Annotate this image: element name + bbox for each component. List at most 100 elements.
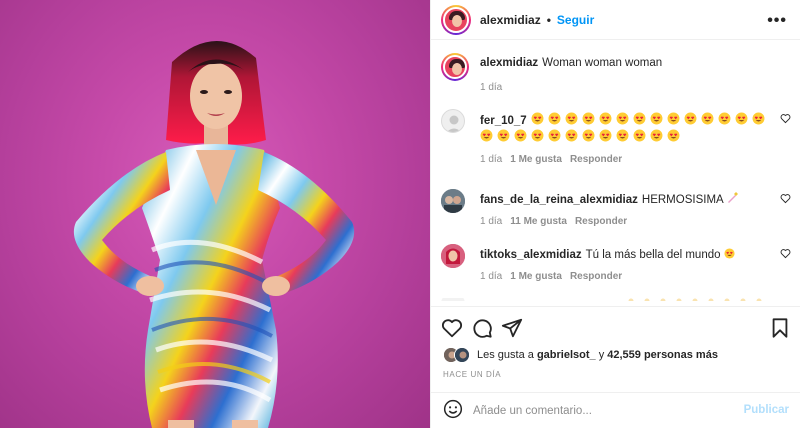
heart-eyes-icon [548,112,561,125]
commenter-avatar[interactable] [441,244,465,268]
heart-eyes-icon [667,129,680,142]
heart-eyes-icon [582,112,595,125]
heart-eyes-emoji [548,112,561,125]
heart-eyes-emoji [701,112,714,125]
like-heart-icon[interactable] [441,317,463,339]
avatar-photo [441,244,465,268]
share-icon[interactable] [501,317,523,339]
comment-time: 1 día [480,154,503,165]
comment-composer: Publicar [431,392,800,428]
comment-text: HERMOSISIMA [641,194,724,206]
heart-eyes-emoji [531,129,544,142]
comment-likes[interactable]: 11 Me gusta [510,214,567,230]
likes-count[interactable]: 42,559 personas más [607,349,718,361]
heart-eyes-icon [650,112,663,125]
caption-meta: 1 día [480,80,780,96]
next-comment-cutoff [441,298,762,301]
heart-eyes-emoji [497,129,510,142]
heart-eyes-emoji [531,112,544,125]
heart-eyes-icon [531,129,544,142]
like-comment-heart-icon[interactable] [780,193,791,207]
heart-eyes-emoji [752,112,765,125]
commenter-avatar[interactable] [441,189,465,213]
heart-eyes-icon [548,129,561,142]
comment-icon[interactable] [471,317,493,339]
caption-author-avatar[interactable] [441,53,469,81]
heart-eyes-icon [701,112,714,125]
comment-bubble-icon [473,319,492,338]
like-comment-heart-icon[interactable] [780,248,791,262]
commenter-avatar-default[interactable] [441,109,465,133]
post-timestamp[interactable]: HACE UN DÍA [443,370,501,379]
bookmark-icon[interactable] [769,317,791,339]
heart-eyes-emoji [667,112,680,125]
heart-eyes-emoji [650,129,663,142]
heart-eyes-emoji [724,248,735,259]
post-photo[interactable] [0,0,430,428]
caption-username[interactable]: alexmidiaz [480,57,538,69]
heart-eyes-emoji [616,129,629,142]
heart-eyes-emoji [735,112,748,125]
avatar-photo [441,189,465,213]
comment-username[interactable]: fer_10_7 [480,115,527,127]
reply-button[interactable]: Responder [575,214,627,230]
heart-eyes-icon [667,112,680,125]
heart-eyes-icon [531,112,544,125]
heart-eyes-emoji [667,129,680,142]
heart-eyes-emoji [599,112,612,125]
comment-username[interactable]: tiktoks_alexmidiaz [480,249,582,261]
heart-eyes-icon [724,248,735,259]
instagram-post: alexmidiaz • Seguir ••• alexmidiaz Woman … [0,0,800,428]
liker-avatar[interactable] [454,347,470,363]
heart-eyes-icon [582,129,595,142]
heart-eyes-icon [497,129,510,142]
comment-meta: 1 día 11 Me gusta Responder [480,214,780,230]
author-username[interactable]: alexmidiaz [480,13,541,27]
heart-eyes-emoji [650,112,663,125]
heart-eyes-emoji [582,112,595,125]
separator-dot: • [546,12,551,27]
publish-button[interactable]: Publicar [744,404,789,416]
like-comment-heart-icon[interactable] [780,113,791,127]
heart-eyes-icon [633,129,646,142]
liked-by-username[interactable]: gabrielsot_ [537,349,596,361]
comment-input[interactable] [473,404,728,417]
comment-username[interactable]: fans_de_la_reina_alexmidiaz [480,194,638,206]
heart-eyes-emoji [633,112,646,125]
heart-outline-icon [780,114,791,124]
reply-button[interactable]: Responder [570,269,622,285]
heart-eyes-emoji [548,129,561,142]
comment-meta: 1 día 1 Me gusta Responder [480,152,780,168]
caption-author-avatar-photo [443,55,467,79]
more-options-icon[interactable]: ••• [767,12,787,30]
comments-list[interactable]: alexmidiaz Woman woman woman 1 día fer_10… [431,41,800,301]
reply-button[interactable]: Responder [570,152,622,168]
comment-body: fer_10_7 1 día 1 Me gusta Responder [480,112,780,168]
heart-eyes-icon [718,112,731,125]
heart-eyes-icon [565,129,578,142]
emoji-picker-icon[interactable] [443,399,463,422]
avatar-face [452,63,462,75]
heart-eyes-emoji [582,129,595,142]
heart-eyes-icon [565,112,578,125]
comment-text: Tú la más bella del mundo [585,249,721,261]
nail-polish-emoji [726,192,739,203]
post-header: alexmidiaz • Seguir ••• [431,0,800,40]
follow-button[interactable]: Seguir [557,13,594,27]
woman-in-swirl-dress-image [73,40,355,428]
heart-eyes-icon [480,129,493,142]
comment-likes[interactable]: 1 Me gusta [510,269,562,285]
smiley-icon [443,399,463,419]
author-avatar[interactable] [441,4,471,35]
heart-icon [441,319,463,338]
comment-likes[interactable]: 1 Me gusta [510,152,562,168]
likes-connector: y [598,349,605,361]
heart-eyes-emoji [616,112,629,125]
heart-eyes-icon [752,112,765,125]
comment-time: 1 día [480,271,503,282]
heart-eyes-emoji [718,112,731,125]
heart-eyes-icon [650,129,663,142]
comment-body: fans_de_la_reina_alexmidiaz HERMOSISIMA 1… [480,192,780,230]
heart-eyes-icon [616,129,629,142]
heart-eyes-icon [616,112,629,125]
